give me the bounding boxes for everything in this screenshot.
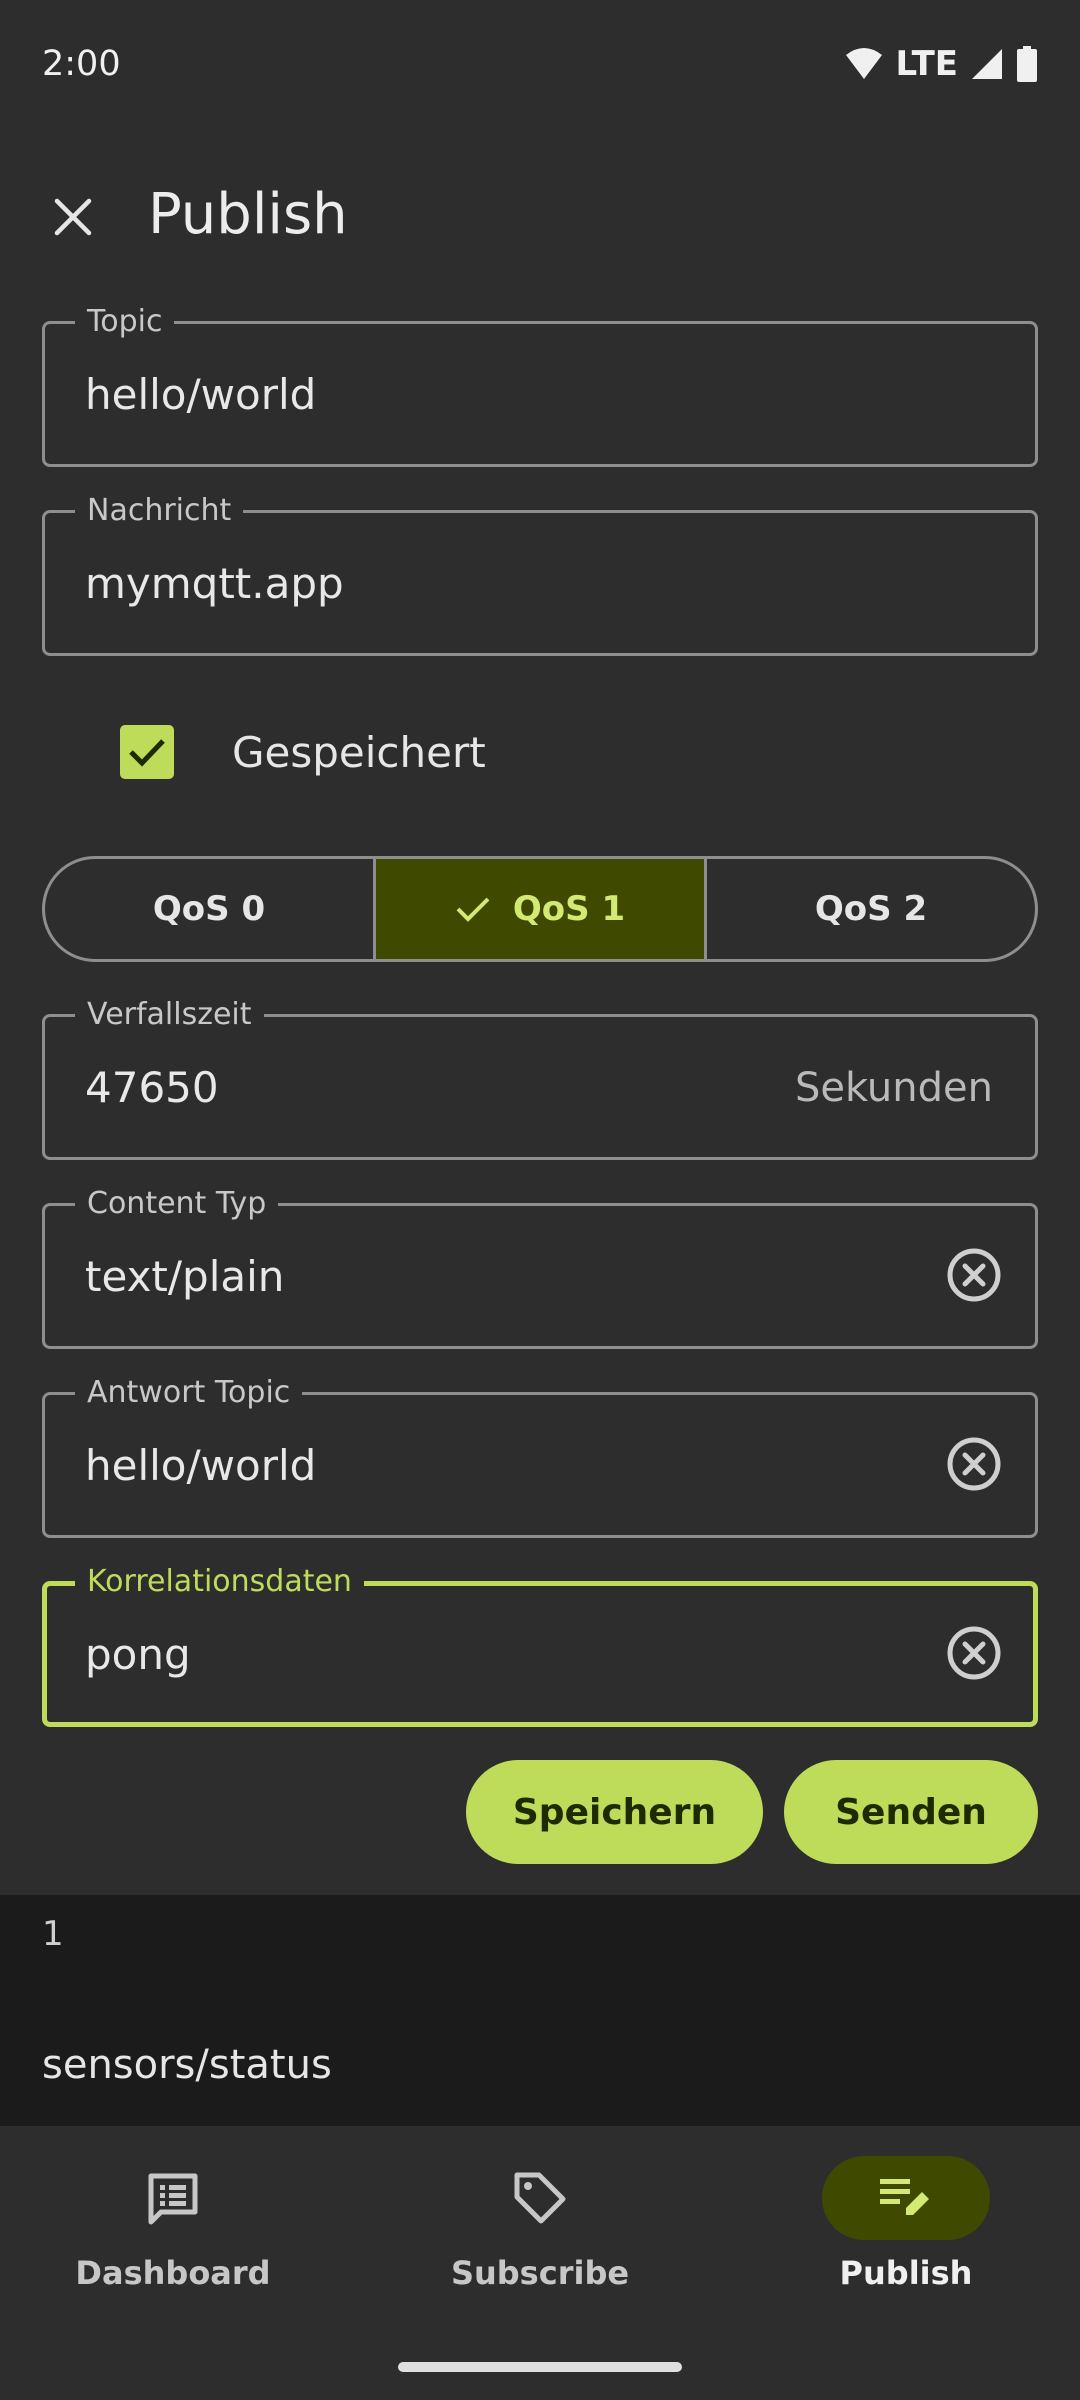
list-item-value: 1 — [42, 1914, 64, 1954]
network-type: LTE — [895, 44, 958, 84]
status-icons: LTE — [844, 44, 1038, 84]
save-button[interactable]: Speichern — [466, 1760, 763, 1864]
nav-label-publish: Publish — [839, 2254, 973, 2292]
content-type-input[interactable]: text/plain — [85, 1251, 284, 1303]
nav-item-subscribe[interactable]: Subscribe — [420, 2156, 660, 2316]
checkmark-icon — [129, 739, 165, 767]
expiry-label: Verfallszeit — [75, 995, 264, 1035]
dashboard-icon — [148, 2173, 198, 2225]
retained-row[interactable]: Gespeichert — [120, 724, 486, 780]
expiry-field[interactable]: Verfallszeit 47650 Sekunden — [42, 995, 1038, 1160]
topic-label: Topic — [75, 302, 175, 342]
retained-label: Gespeichert — [232, 727, 486, 777]
bottom-navigation: Dashboard Subscribe Publish — [0, 2126, 1080, 2400]
correlation-data-label: Korrelationsdaten — [75, 1562, 364, 1602]
background-message-list: 1 sensors/status — [0, 1890, 1080, 2130]
send-button[interactable]: Senden — [784, 1760, 1038, 1864]
wifi-icon — [845, 48, 882, 79]
page-title: Publish — [148, 182, 348, 247]
status-bar: 2:00 LTE — [0, 0, 1080, 132]
qos-1-label: QoS 1 — [512, 889, 626, 929]
response-topic-field[interactable]: Antwort Topic hello/world — [42, 1373, 1038, 1538]
response-topic-input[interactable]: hello/world — [85, 1440, 316, 1492]
home-indicator[interactable] — [398, 2362, 682, 2372]
top-app-bar: Publish — [0, 160, 1080, 272]
list-item-topic[interactable]: sensors/status — [42, 2042, 332, 2088]
clear-icon[interactable] — [945, 1246, 1003, 1304]
message-input[interactable]: mymqtt.app — [85, 558, 344, 610]
check-icon — [456, 897, 490, 922]
qos-2-label: QoS 2 — [814, 889, 928, 929]
cell-signal-icon — [972, 49, 1002, 79]
response-topic-label: Antwort Topic — [75, 1373, 303, 1413]
message-field[interactable]: Nachricht mymqtt.app — [42, 491, 1038, 656]
retained-checkbox[interactable] — [120, 725, 174, 779]
qos-0-button[interactable]: QoS 0 — [45, 859, 373, 959]
publish-sheet: 2:00 LTE Publish Topic hello/world Nachr… — [0, 0, 1080, 1895]
tag-icon — [514, 2172, 566, 2224]
nav-label-dashboard: Dashboard — [75, 2254, 271, 2292]
nav-item-publish[interactable]: Publish — [786, 2156, 1026, 2316]
qos-2-button[interactable]: QoS 2 — [704, 859, 1035, 959]
close-button[interactable] — [38, 182, 108, 252]
content-type-label: Content Typ — [75, 1184, 279, 1224]
topic-field[interactable]: Topic hello/world — [42, 302, 1038, 467]
correlation-data-field[interactable]: Korrelationsdaten pong — [42, 1562, 1038, 1727]
clear-icon[interactable] — [945, 1624, 1003, 1682]
qos-selector: QoS 0 QoS 1 QoS 2 — [42, 856, 1038, 962]
nav-item-dashboard[interactable]: Dashboard — [53, 2156, 293, 2316]
topic-input[interactable]: hello/world — [85, 369, 316, 421]
expiry-suffix: Sekunden — [795, 1065, 993, 1111]
qos-1-button[interactable]: QoS 1 — [373, 859, 704, 959]
qos-0-label: QoS 0 — [152, 889, 266, 929]
expiry-input[interactable]: 47650 — [85, 1062, 219, 1114]
message-label: Nachricht — [75, 491, 244, 531]
correlation-data-input[interactable]: pong — [85, 1629, 191, 1681]
close-icon — [54, 198, 92, 236]
battery-icon — [1017, 46, 1037, 82]
status-time: 2:00 — [42, 44, 121, 84]
publish-icon — [880, 2179, 929, 2215]
nav-label-subscribe: Subscribe — [450, 2254, 630, 2292]
content-type-field[interactable]: Content Typ text/plain — [42, 1184, 1038, 1349]
clear-icon[interactable] — [945, 1435, 1003, 1493]
